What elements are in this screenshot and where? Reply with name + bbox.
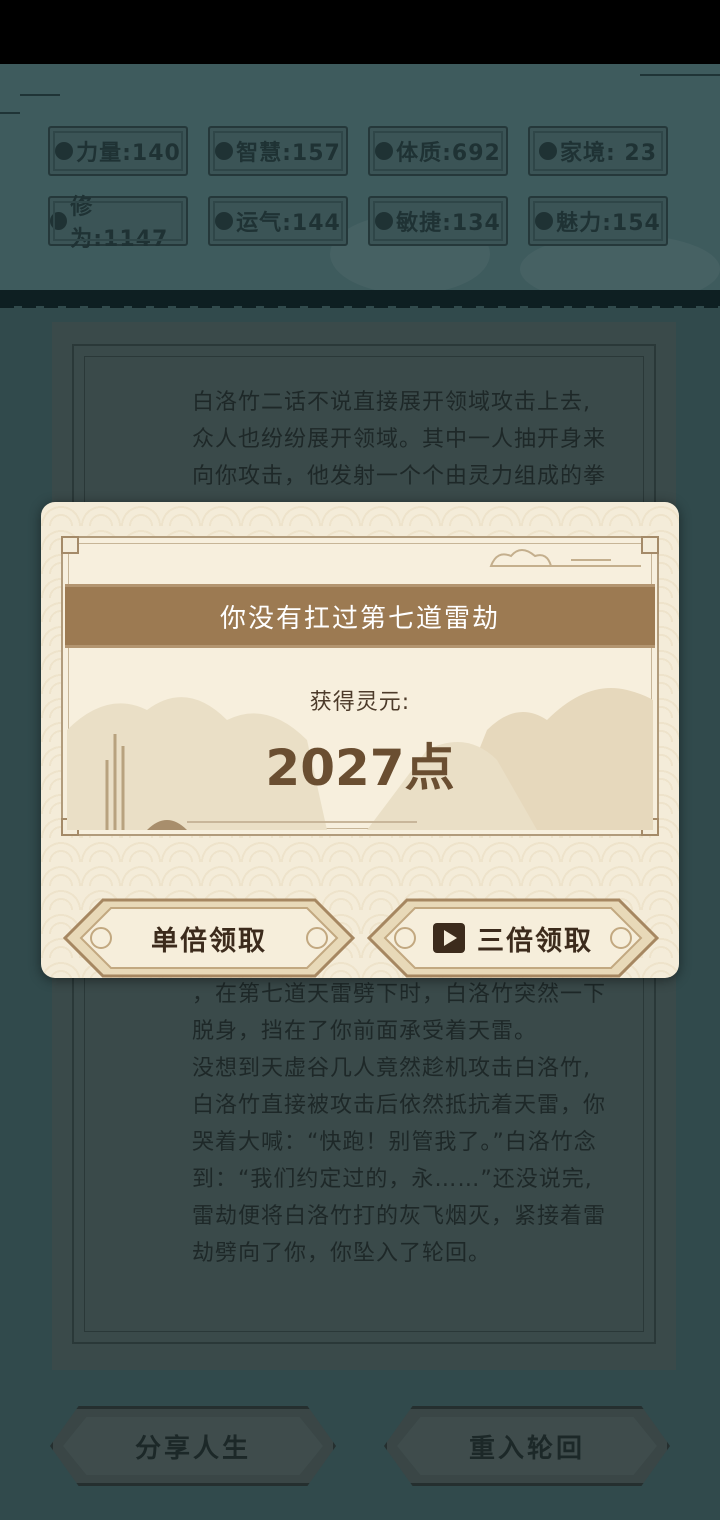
share-life-label: 分享人生 (134, 1433, 251, 1464)
stat-agility: 敏捷:134 (368, 196, 508, 246)
story-line: 没想到天虚谷几人竟然趁机攻击白洛竹, (192, 1056, 591, 1081)
triple-claim-label: 三倍领取 (477, 925, 593, 957)
reincarnate-label: 重入轮回 (468, 1433, 585, 1464)
story-line: ，在第七道天雷劈下时，白洛竹突然一下 (192, 982, 607, 1007)
cultivation-icon (50, 212, 68, 230)
story-line: 雷劫便将白洛竹打的灰飞烟灭，紧接着雷 (192, 1204, 607, 1229)
status-bar (0, 0, 720, 64)
stat-wisdom: 智慧:157 (208, 126, 348, 176)
story-line: 到：“我们约定过的，永……”还没说完, (192, 1167, 593, 1192)
stat-charm: 魅力:154 (528, 196, 668, 246)
story-line: 劫劈向了你，你坠入了轮回。 (192, 1241, 492, 1266)
story-text-top: 白洛竹二话不说直接展开领域攻击上去, 众人也纷纷展开领域。其中一人抽开身来 向你… (192, 384, 632, 495)
share-life-button[interactable]: 分享人生 (50, 1406, 336, 1486)
stat-label: 修为:1147 (70, 195, 169, 252)
single-claim-label: 单倍领取 (151, 925, 267, 957)
stat-cultivation: 修为:1147 (48, 195, 188, 252)
family-icon (538, 142, 557, 160)
story-line: 哭着大喊：“快跑！别管我了。”白洛竹念 (192, 1130, 597, 1155)
agility-icon (375, 212, 394, 230)
wisdom-icon (215, 142, 234, 160)
single-claim-button[interactable]: 单倍领取 (63, 896, 355, 978)
reward-amount: 2027点 (265, 739, 455, 797)
luck-icon (215, 212, 234, 230)
stat-constitution: 体质:692 (368, 126, 508, 176)
story-line: 众人也纷纷展开领域。其中一人抽开身来 (192, 427, 607, 452)
cloud-swirl-decoration (0, 112, 20, 114)
header-panel (0, 64, 720, 304)
stat-luck: 运气:144 (208, 196, 348, 246)
dialog-title-band: 你没有扛过第七道雷劫 (65, 584, 655, 648)
reward-label: 获得灵元: (309, 690, 411, 715)
video-play-icon (433, 923, 465, 953)
strength-icon (55, 142, 74, 160)
triple-claim-button[interactable]: 三倍领取 (367, 896, 659, 978)
stat-label: 智慧:157 (236, 141, 341, 166)
stat-label: 敏捷:134 (396, 211, 501, 236)
stat-family: 家境: 23 (528, 126, 668, 176)
constitution-icon (375, 142, 394, 160)
charm-icon (535, 212, 554, 230)
stat-label: 家境: 23 (559, 141, 658, 166)
story-line: 白洛竹二话不说直接展开领域攻击上去, (192, 390, 591, 415)
cloud-ornament-icon (489, 549, 641, 567)
reincarnate-button[interactable]: 重入轮回 (384, 1406, 670, 1486)
story-line: 脱身，挡在了你前面承受着天雷。 (192, 1019, 538, 1044)
story-line: 向你攻击，他发射一个个由灵力组成的拳 (192, 464, 607, 489)
ink-divider (0, 290, 720, 308)
stat-label: 运气:144 (236, 211, 341, 236)
stat-label: 力量:140 (76, 141, 181, 166)
frame-corner-decoration (61, 536, 79, 554)
cloud-swirl-decoration (20, 94, 60, 96)
dialog-title: 你没有扛过第七道雷劫 (219, 603, 500, 634)
stat-label: 体质:692 (396, 141, 501, 166)
reward-dialog: 你没有扛过第七道雷劫 获得灵元: 2027点 单倍领取 三倍领取 (41, 502, 679, 978)
story-text-bottom: ，在第七道天雷劈下时，白洛竹突然一下 脱身，挡在了你前面承受着天雷。 没想到天虚… (192, 976, 632, 1272)
story-line: 白洛竹直接被攻击后依然抵抗着天雷，你 (192, 1093, 607, 1118)
cloud-swirl-decoration (640, 74, 720, 76)
stat-label: 魅力:154 (556, 211, 661, 236)
stat-strength: 力量:140 (48, 126, 188, 176)
